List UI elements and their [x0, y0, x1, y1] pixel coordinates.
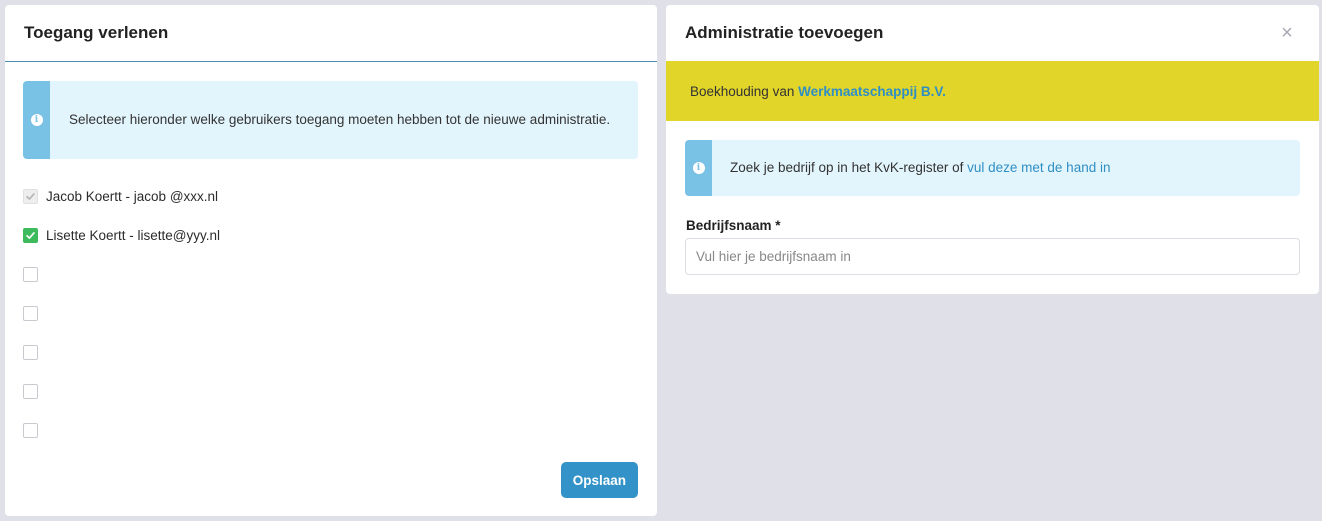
user-row[interactable] — [23, 333, 220, 372]
user-row[interactable] — [23, 294, 220, 333]
user-checkbox[interactable] — [23, 267, 38, 282]
save-button[interactable]: Opslaan — [560, 462, 638, 498]
add-administration-title: Administratie toevoegen — [685, 23, 884, 42]
kvk-info-box: i Zoek je bedrijf op in het KvK-register… — [685, 140, 1300, 196]
grant-access-info-box: i Selecteer hieronder welke gebruikers t… — [23, 81, 638, 159]
user-row[interactable]: Lisette Koertt - lisette@yyy.nl — [23, 216, 220, 255]
manual-entry-link[interactable]: vul deze met de hand in — [967, 158, 1110, 178]
user-checkbox[interactable] — [23, 306, 38, 321]
user-checkbox — [23, 189, 38, 204]
company-name-label: Bedrijfsnaam * — [686, 218, 781, 233]
kvk-info-text: Zoek je bedrijf op in het KvK-register o… — [712, 140, 1110, 196]
company-banner: Boekhouding van Werkmaatschappij B.V. — [666, 61, 1319, 121]
user-row[interactable] — [23, 411, 220, 450]
info-strip: i — [685, 140, 712, 196]
user-label: Jacob Koertt - jacob @xxx.nl — [46, 189, 219, 204]
user-checkbox[interactable] — [23, 228, 38, 243]
info-strip: i — [23, 81, 50, 159]
user-row[interactable] — [23, 372, 220, 411]
kvk-info-prefix: Zoek je bedrijf op in het KvK-register o… — [730, 160, 968, 175]
user-checkbox[interactable] — [23, 384, 38, 399]
user-label: Lisette Koertt - lisette@yyy.nl — [46, 228, 221, 243]
info-icon: i — [30, 114, 43, 126]
grant-access-header: Toegang verlenen — [5, 5, 657, 62]
banner-prefix: Boekhouding van — [690, 83, 799, 99]
info-icon: i — [692, 162, 705, 174]
add-administration-panel: Administratie toevoegen × Boekhouding va… — [666, 5, 1319, 294]
check-icon — [26, 232, 35, 239]
user-list: Jacob Koertt - jacob @xxx.nl Lisette Koer… — [23, 177, 220, 450]
close-icon[interactable]: × — [1276, 22, 1298, 44]
user-row[interactable]: Jacob Koertt - jacob @xxx.nl — [23, 177, 220, 216]
user-checkbox[interactable] — [23, 345, 38, 360]
company-name-input[interactable] — [685, 238, 1300, 275]
banner-company-link[interactable]: Werkmaatschappij B.V. — [798, 84, 946, 99]
user-row[interactable] — [23, 255, 220, 294]
check-icon — [26, 193, 35, 200]
grant-access-info-text: Selecteer hieronder welke gebruikers toe… — [69, 112, 611, 127]
add-administration-header: Administratie toevoegen × — [666, 5, 1319, 62]
grant-access-panel: Toegang verlenen i Selecteer hieronder w… — [5, 5, 657, 516]
user-checkbox[interactable] — [23, 423, 38, 438]
grant-access-title: Toegang verlenen — [24, 23, 169, 42]
